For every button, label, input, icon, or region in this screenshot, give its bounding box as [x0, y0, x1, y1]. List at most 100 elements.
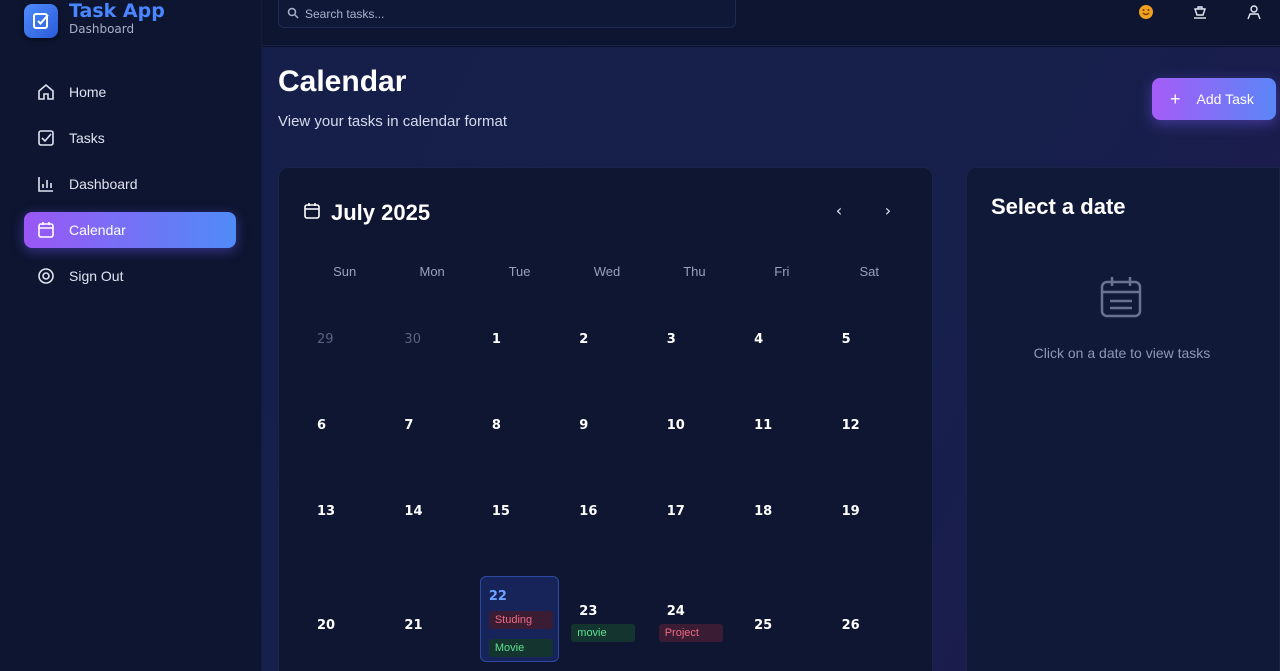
- sidebar-item-label: Calendar: [69, 222, 126, 238]
- date-details-panel: Select a date Click on a date to view ta…: [966, 167, 1280, 671]
- search-input[interactable]: [305, 6, 705, 21]
- theme-icon[interactable]: [1190, 2, 1210, 22]
- calendar-day[interactable]: 9: [563, 404, 650, 490]
- calendar-day[interactable]: 8: [476, 404, 563, 490]
- brand[interactable]: Task App Dashboard: [24, 0, 165, 38]
- calendar-day[interactable]: 14: [388, 490, 475, 576]
- app-title: Task App: [69, 0, 165, 22]
- sidebar-item-tasks[interactable]: Tasks: [24, 120, 236, 156]
- notification-icon[interactable]: [1136, 2, 1156, 22]
- details-title: Select a date: [991, 194, 1126, 219]
- day-number: 15: [491, 504, 510, 519]
- sidebar-item-home[interactable]: Home: [24, 74, 236, 110]
- sidebar-item-label: Dashboard: [69, 176, 138, 192]
- weekday-label: Sun: [333, 264, 357, 279]
- day-number: 11: [754, 418, 773, 433]
- main-content: Calendar View your tasks in calendar for…: [262, 47, 1280, 671]
- calendar-icon: [303, 202, 321, 224]
- calendar-day[interactable]: 17: [651, 490, 738, 576]
- calendar-day[interactable]: 6: [301, 404, 388, 490]
- sidebar-item-sign-out[interactable]: Sign Out: [24, 258, 236, 294]
- user-icon[interactable]: [1244, 2, 1264, 22]
- checkbox-icon: [36, 128, 56, 148]
- task-chip[interactable]: Studing: [488, 611, 553, 629]
- calendar-month-title: July 2025: [331, 200, 431, 225]
- search-icon: [287, 4, 299, 23]
- day-number: 26: [841, 618, 860, 633]
- day-number: 2: [579, 332, 589, 347]
- calendar-day[interactable]: 2: [563, 318, 650, 404]
- day-number: 25: [754, 618, 773, 633]
- day-number: 6: [317, 418, 327, 433]
- calendar-icon: [36, 220, 56, 240]
- calendar-day[interactable]: 18: [738, 490, 825, 576]
- day-number: 9: [579, 418, 589, 433]
- weekday-header: Sun Mon Tue Wed Thu Fri Sat: [301, 264, 913, 279]
- chevron-right-icon: ›: [884, 200, 892, 220]
- task-chip[interactable]: Movie: [488, 639, 553, 657]
- calendar-day[interactable]: 30: [388, 318, 475, 404]
- sidebar-item-label: Tasks: [69, 130, 105, 146]
- calendar-day[interactable]: 5: [826, 318, 913, 404]
- settings-icon: [36, 266, 56, 286]
- calendar-day[interactable]: 12: [826, 404, 913, 490]
- day-number: 24: [666, 604, 685, 619]
- app-logo-icon: [24, 4, 58, 38]
- weekday-label: Wed: [593, 264, 621, 279]
- calendar-day[interactable]: 11: [738, 404, 825, 490]
- calendar-day[interactable]: 29: [301, 318, 388, 404]
- calendar-day[interactable]: 19: [826, 490, 913, 576]
- sidebar-nav: Home Tasks Dashboard Calendar Sign Out: [24, 74, 236, 304]
- day-number: 20: [317, 618, 336, 633]
- sidebar-item-label: Home: [69, 84, 107, 100]
- calendar-day[interactable]: 3: [651, 318, 738, 404]
- day-number: 7: [404, 418, 414, 433]
- day-number: 19: [841, 504, 860, 519]
- day-number: 29: [317, 332, 334, 347]
- weekday-label: Sat: [859, 264, 880, 279]
- day-number: 1: [491, 332, 501, 347]
- calendar-day[interactable]: 10: [651, 404, 738, 490]
- calendar-day[interactable]: 13: [301, 490, 388, 576]
- bar-chart-icon: [36, 174, 56, 194]
- calendar-day[interactable]: 21: [388, 576, 475, 662]
- prev-month-button[interactable]: ‹: [827, 198, 851, 222]
- next-month-button[interactable]: ›: [876, 198, 900, 222]
- sidebar-item-calendar[interactable]: Calendar: [24, 212, 236, 248]
- calendar-card: July 2025 ‹ › Sun Mon Tue Wed Thu Fri Sa…: [278, 167, 933, 671]
- task-chip[interactable]: movie: [571, 624, 636, 642]
- day-number: 17: [666, 504, 685, 519]
- calendar-day[interactable]: 15: [476, 490, 563, 576]
- day-number: 21: [404, 618, 423, 633]
- calendar-day[interactable]: 20: [301, 576, 388, 662]
- plus-icon: +: [1170, 89, 1181, 109]
- details-empty-text: Click on a date to view tasks: [1033, 345, 1211, 361]
- day-number: 22: [488, 589, 507, 604]
- calendar-day[interactable]: 24 Project: [651, 576, 738, 662]
- day-number: 13: [317, 504, 336, 519]
- calendar-day[interactable]: 7: [388, 404, 475, 490]
- top-bar: [262, 0, 1280, 46]
- day-number: 5: [841, 332, 851, 347]
- calendar-day[interactable]: 25: [738, 576, 825, 662]
- weekday-label: Mon: [419, 264, 445, 279]
- calendar-day[interactable]: 1: [476, 318, 563, 404]
- sidebar: Task App Dashboard Home Tasks Dashboard: [0, 0, 262, 671]
- task-chip[interactable]: Project: [658, 624, 723, 642]
- calendar-day[interactable]: 4: [738, 318, 825, 404]
- day-number: 16: [579, 504, 598, 519]
- calendar-day[interactable]: 16: [563, 490, 650, 576]
- calendar-day[interactable]: 23 movie: [563, 576, 650, 662]
- calendar-day-today[interactable]: 22 Studing Movie: [479, 576, 560, 662]
- day-number: 10: [666, 418, 685, 433]
- search-box[interactable]: [278, 0, 736, 28]
- chevron-left-icon: ‹: [835, 200, 843, 220]
- add-task-button[interactable]: + Add Task: [1152, 78, 1276, 120]
- day-number: 23: [579, 604, 598, 619]
- app-subtitle: Dashboard: [69, 22, 135, 36]
- calendar-day[interactable]: 26: [826, 576, 913, 662]
- sidebar-item-label: Sign Out: [69, 268, 124, 284]
- day-number: 4: [754, 332, 764, 347]
- sidebar-item-dashboard[interactable]: Dashboard: [24, 166, 236, 202]
- weekday-label: Fri: [774, 264, 790, 279]
